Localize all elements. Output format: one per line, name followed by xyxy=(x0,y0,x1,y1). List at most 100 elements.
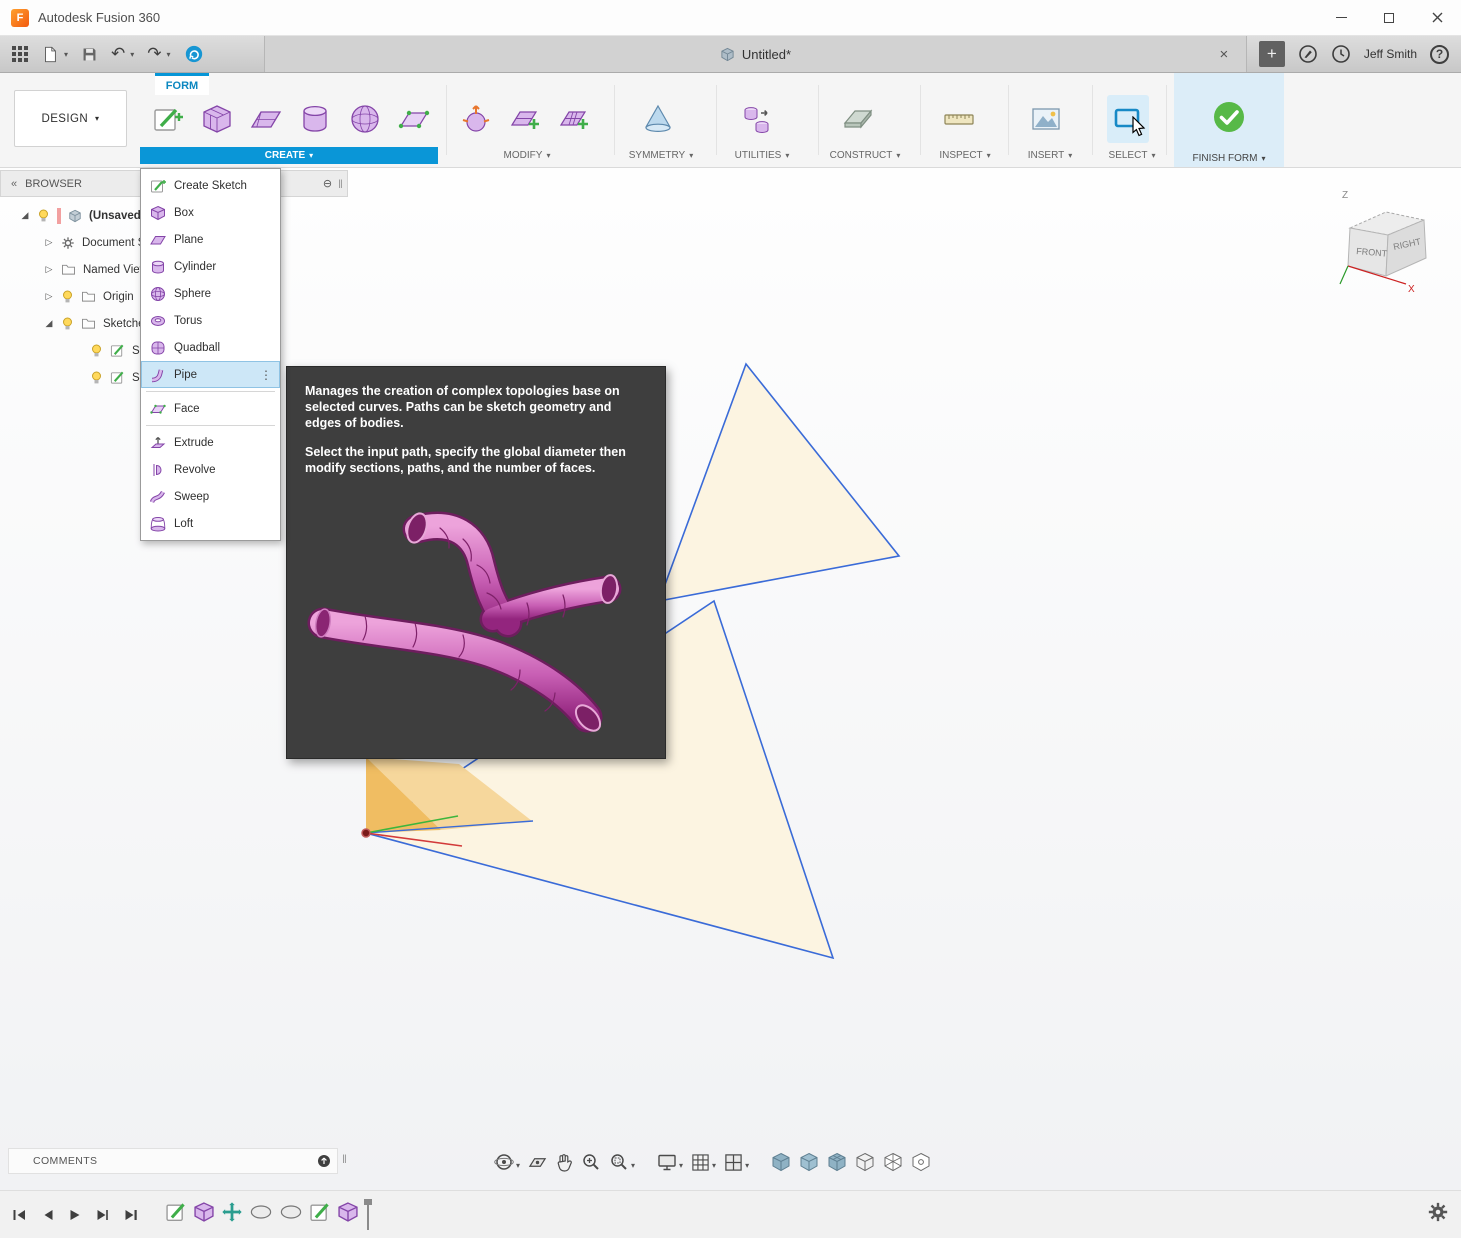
viewports-caret-icon[interactable]: ▾ xyxy=(745,1161,749,1172)
timeline-move-feature[interactable] xyxy=(221,1201,243,1228)
redo-caret-icon[interactable]: ▾ xyxy=(167,50,171,59)
app-grid-menu-icon[interactable] xyxy=(12,46,28,62)
visual-style-cube-1[interactable] xyxy=(771,1152,791,1172)
menu-item-plane[interactable]: Plane xyxy=(141,226,280,253)
minimize-button[interactable] xyxy=(1317,0,1365,35)
go-to-end-button[interactable] xyxy=(124,1208,139,1222)
view-cube[interactable]: Z FRONT RIGHT X xyxy=(1334,186,1440,296)
visual-style-cube-5[interactable] xyxy=(883,1152,903,1172)
extensions-button[interactable] xyxy=(1298,44,1318,64)
timeline-settings-button[interactable] xyxy=(1427,1201,1449,1228)
inspect-button[interactable] xyxy=(938,95,980,143)
timeline-sketch-feature[interactable] xyxy=(165,1201,187,1228)
go-to-start-button[interactable] xyxy=(12,1208,27,1222)
file-caret-icon[interactable]: ▾ xyxy=(64,50,68,59)
menu-item-quadball[interactable]: Quadball xyxy=(141,334,280,361)
group-modify-button[interactable]: MODIFY ▾ xyxy=(448,147,606,164)
sync-status-button[interactable] xyxy=(184,44,204,64)
group-symmetry-button[interactable]: SYMMETRY ▾ xyxy=(616,147,706,164)
browser-minus-icon[interactable]: ⊖ xyxy=(323,177,332,190)
construct-button[interactable] xyxy=(837,95,879,143)
document-tab[interactable]: Untitled* xyxy=(720,47,791,62)
visibility-bulb-icon[interactable] xyxy=(90,344,103,358)
orbit-caret-icon[interactable]: ▾ xyxy=(516,1161,520,1172)
job-status-button[interactable] xyxy=(1331,44,1351,64)
timeline-pipe-feature[interactable] xyxy=(279,1203,303,1226)
create-sketch-button[interactable] xyxy=(147,95,189,143)
expand-collapsed-icon[interactable]: ▷ xyxy=(44,291,54,302)
visibility-bulb-icon[interactable] xyxy=(61,290,74,304)
box-button[interactable] xyxy=(196,95,238,143)
insert-button[interactable] xyxy=(1025,95,1067,143)
comments-expand-icon[interactable] xyxy=(317,1154,331,1168)
visual-style-cube-2[interactable] xyxy=(799,1152,819,1172)
timeline-sketch-feature[interactable] xyxy=(309,1201,331,1228)
plane-button[interactable] xyxy=(245,95,287,143)
display-settings-button[interactable]: ▾ xyxy=(657,1153,683,1172)
redo-button[interactable]: ↷ xyxy=(147,44,161,64)
expand-collapsed-icon[interactable]: ▷ xyxy=(44,264,54,275)
fit-button[interactable]: ▾ xyxy=(609,1152,635,1172)
visual-style-cube-3[interactable] xyxy=(827,1152,847,1172)
face-button[interactable] xyxy=(393,95,435,143)
tab-close-button[interactable]: × xyxy=(1214,44,1234,64)
finish-form-button[interactable]: FINISH FORM ▾ xyxy=(1174,73,1284,167)
grid-snaps-button[interactable]: ▾ xyxy=(691,1153,716,1172)
cylinder-button[interactable] xyxy=(294,95,336,143)
utilities-button[interactable] xyxy=(736,95,778,143)
visual-style-cube-6[interactable] xyxy=(911,1152,931,1172)
pan-button[interactable] xyxy=(555,1153,573,1172)
zoom-button[interactable] xyxy=(581,1152,601,1172)
sketch-profile-upper[interactable] xyxy=(659,364,899,601)
help-button[interactable]: ? xyxy=(1430,45,1449,64)
browser-grip-icon[interactable]: ‖ xyxy=(338,177,343,191)
timeline-form-feature[interactable] xyxy=(193,1201,215,1228)
timeline-pipe-feature[interactable] xyxy=(249,1203,273,1226)
workspace-switcher[interactable]: DESIGN ▾ xyxy=(14,90,127,147)
undo-button[interactable]: ↶ xyxy=(111,44,125,64)
pipe-options-icon[interactable]: ⋮ xyxy=(260,368,272,382)
origin-point[interactable] xyxy=(362,829,370,837)
visibility-bulb-icon[interactable] xyxy=(90,371,103,385)
menu-item-loft[interactable]: Loft xyxy=(141,510,280,537)
menu-item-cylinder[interactable]: Cylinder xyxy=(141,253,280,280)
browser-collapse-icon[interactable]: « xyxy=(11,178,17,190)
group-insert-button[interactable]: INSERT ▾ xyxy=(1012,147,1088,164)
timeline-playhead[interactable] xyxy=(367,1200,369,1230)
look-at-button[interactable] xyxy=(528,1153,547,1172)
maximize-button[interactable] xyxy=(1365,0,1413,35)
group-utilities-button[interactable]: UTILITIES ▾ xyxy=(718,147,806,164)
visibility-bulb-icon[interactable] xyxy=(61,317,74,331)
symmetry-button[interactable] xyxy=(637,95,679,143)
group-select-button[interactable]: SELECT ▾ xyxy=(1096,147,1168,164)
close-button[interactable] xyxy=(1413,0,1461,35)
display-caret-icon[interactable]: ▾ xyxy=(679,1161,683,1172)
undo-caret-icon[interactable]: ▾ xyxy=(130,50,134,59)
viewports-button[interactable]: ▾ xyxy=(724,1153,749,1172)
step-back-button[interactable] xyxy=(42,1208,54,1222)
insert-edge-button[interactable] xyxy=(504,95,546,143)
comments-bar[interactable]: COMMENTS xyxy=(8,1148,338,1174)
new-tab-button[interactable]: + xyxy=(1259,41,1285,67)
group-create-button[interactable]: CREATE ▾ xyxy=(140,147,438,164)
sphere-button[interactable] xyxy=(344,95,386,143)
orbit-button[interactable]: ▾ xyxy=(494,1152,520,1172)
expand-open-icon[interactable]: ◢ xyxy=(44,318,54,329)
menu-item-box[interactable]: Box xyxy=(141,199,280,226)
play-button[interactable] xyxy=(69,1208,81,1222)
menu-item-pipe[interactable]: Pipe ⋮ xyxy=(141,361,280,388)
menu-item-sphere[interactable]: Sphere xyxy=(141,280,280,307)
fit-caret-icon[interactable]: ▾ xyxy=(631,1161,635,1172)
edit-form-button[interactable] xyxy=(455,95,497,143)
save-button[interactable] xyxy=(81,46,98,63)
menu-item-sweep[interactable]: Sweep xyxy=(141,483,280,510)
step-forward-button[interactable] xyxy=(96,1208,109,1222)
subdivide-button[interactable] xyxy=(553,95,595,143)
menu-item-extrude[interactable]: Extrude xyxy=(141,429,280,456)
menu-item-face[interactable]: Face xyxy=(141,395,280,422)
comments-grip-icon[interactable]: ‖ xyxy=(342,1152,347,1166)
expand-open-icon[interactable]: ◢ xyxy=(20,210,30,221)
group-inspect-button[interactable]: INSPECT ▾ xyxy=(924,147,1006,164)
visibility-bulb-icon[interactable] xyxy=(37,209,50,223)
menu-item-create-sketch[interactable]: Create Sketch xyxy=(141,172,280,199)
